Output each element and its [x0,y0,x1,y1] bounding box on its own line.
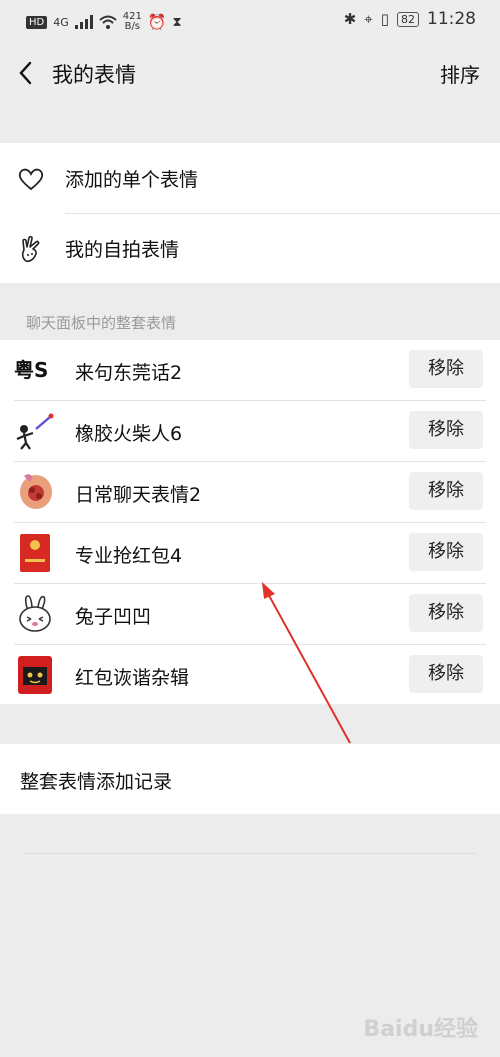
baidu-jingyan-logo: Baidu经验 [363,1017,478,1042]
annotation-arrow [262,582,351,744]
